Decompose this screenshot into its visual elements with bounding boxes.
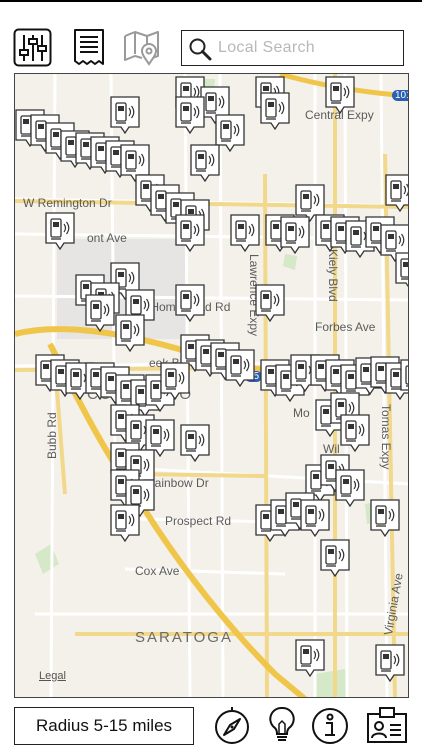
street-label: Prospect Rd <box>165 514 232 528</box>
ev-charging-station-icon[interactable] <box>160 362 190 400</box>
ev-charging-station-icon[interactable] <box>320 539 350 577</box>
street-label: Rainbow Dr <box>146 476 209 490</box>
ev-charging-station-icon[interactable] <box>225 349 255 387</box>
sliders-icon[interactable] <box>13 28 53 68</box>
ev-charging-station-icon[interactable] <box>230 214 260 252</box>
ev-charging-station-icon[interactable] <box>395 252 408 288</box>
ev-charging-station-icon[interactable] <box>295 639 325 677</box>
compass-icon[interactable] <box>212 704 252 746</box>
street-label: Bubb Rd <box>45 412 59 459</box>
ev-charging-station-icon[interactable] <box>45 212 75 250</box>
search-input[interactable]: Local Search <box>181 30 404 66</box>
top-toolbar: Local Search <box>0 2 422 72</box>
street-label: Tomas Expy <box>379 404 393 470</box>
ev-charging-station-icon[interactable] <box>110 96 140 134</box>
street-label: Forbes Ave <box>315 320 376 334</box>
info-icon[interactable] <box>310 704 350 746</box>
ev-charging-station-icon[interactable] <box>175 214 205 252</box>
ev-charging-station-icon[interactable] <box>180 424 210 462</box>
ev-charging-station-icon[interactable] <box>110 504 140 542</box>
bottom-bar: Radius 5-15 miles <box>0 700 422 750</box>
search-placeholder: Local Search <box>218 39 315 56</box>
city-label: SARATOGA <box>135 629 233 646</box>
lightbulb-icon[interactable] <box>262 704 302 746</box>
ev-charging-station-icon[interactable] <box>400 359 408 395</box>
ev-charging-station-icon[interactable] <box>255 284 285 322</box>
magnifier-icon <box>188 37 212 61</box>
ev-charging-station-icon[interactable] <box>370 499 400 537</box>
ev-charging-station-icon[interactable] <box>280 216 310 254</box>
ev-charging-station-icon[interactable] <box>175 284 205 322</box>
ev-charging-station-icon[interactable] <box>300 499 330 537</box>
ev-charging-station-icon[interactable] <box>335 469 365 507</box>
ev-charging-station-icon[interactable] <box>190 144 220 182</box>
street-label: Mo <box>293 406 310 420</box>
highway-badge-101: 101 <box>392 90 408 101</box>
street-label: ont Ave <box>87 231 127 245</box>
street-label: Cox Ave <box>135 564 180 578</box>
ev-charging-station-icon[interactable] <box>85 294 115 332</box>
ev-charging-station-icon[interactable] <box>375 644 405 682</box>
id-card-icon[interactable] <box>366 704 407 746</box>
ev-charging-station-icon[interactable] <box>115 314 145 352</box>
legal-link[interactable]: Legal <box>39 670 66 682</box>
street-label: W Remington Dr <box>23 196 112 210</box>
ev-charging-station-icon[interactable] <box>385 174 408 212</box>
map-pin-icon[interactable] <box>122 28 162 68</box>
ev-charging-station-icon[interactable] <box>175 96 205 134</box>
map-view[interactable]: 101 85 Central Expy W Remington Dr ont A… <box>14 73 409 698</box>
ev-charging-station-icon[interactable] <box>340 414 370 452</box>
ev-charging-station-icon[interactable] <box>260 92 290 130</box>
ev-charging-station-icon[interactable] <box>325 76 355 114</box>
document-list-icon[interactable] <box>70 28 110 68</box>
radius-button[interactable]: Radius 5-15 miles <box>14 707 194 745</box>
street-label: Kiely Blvd <box>326 249 340 302</box>
